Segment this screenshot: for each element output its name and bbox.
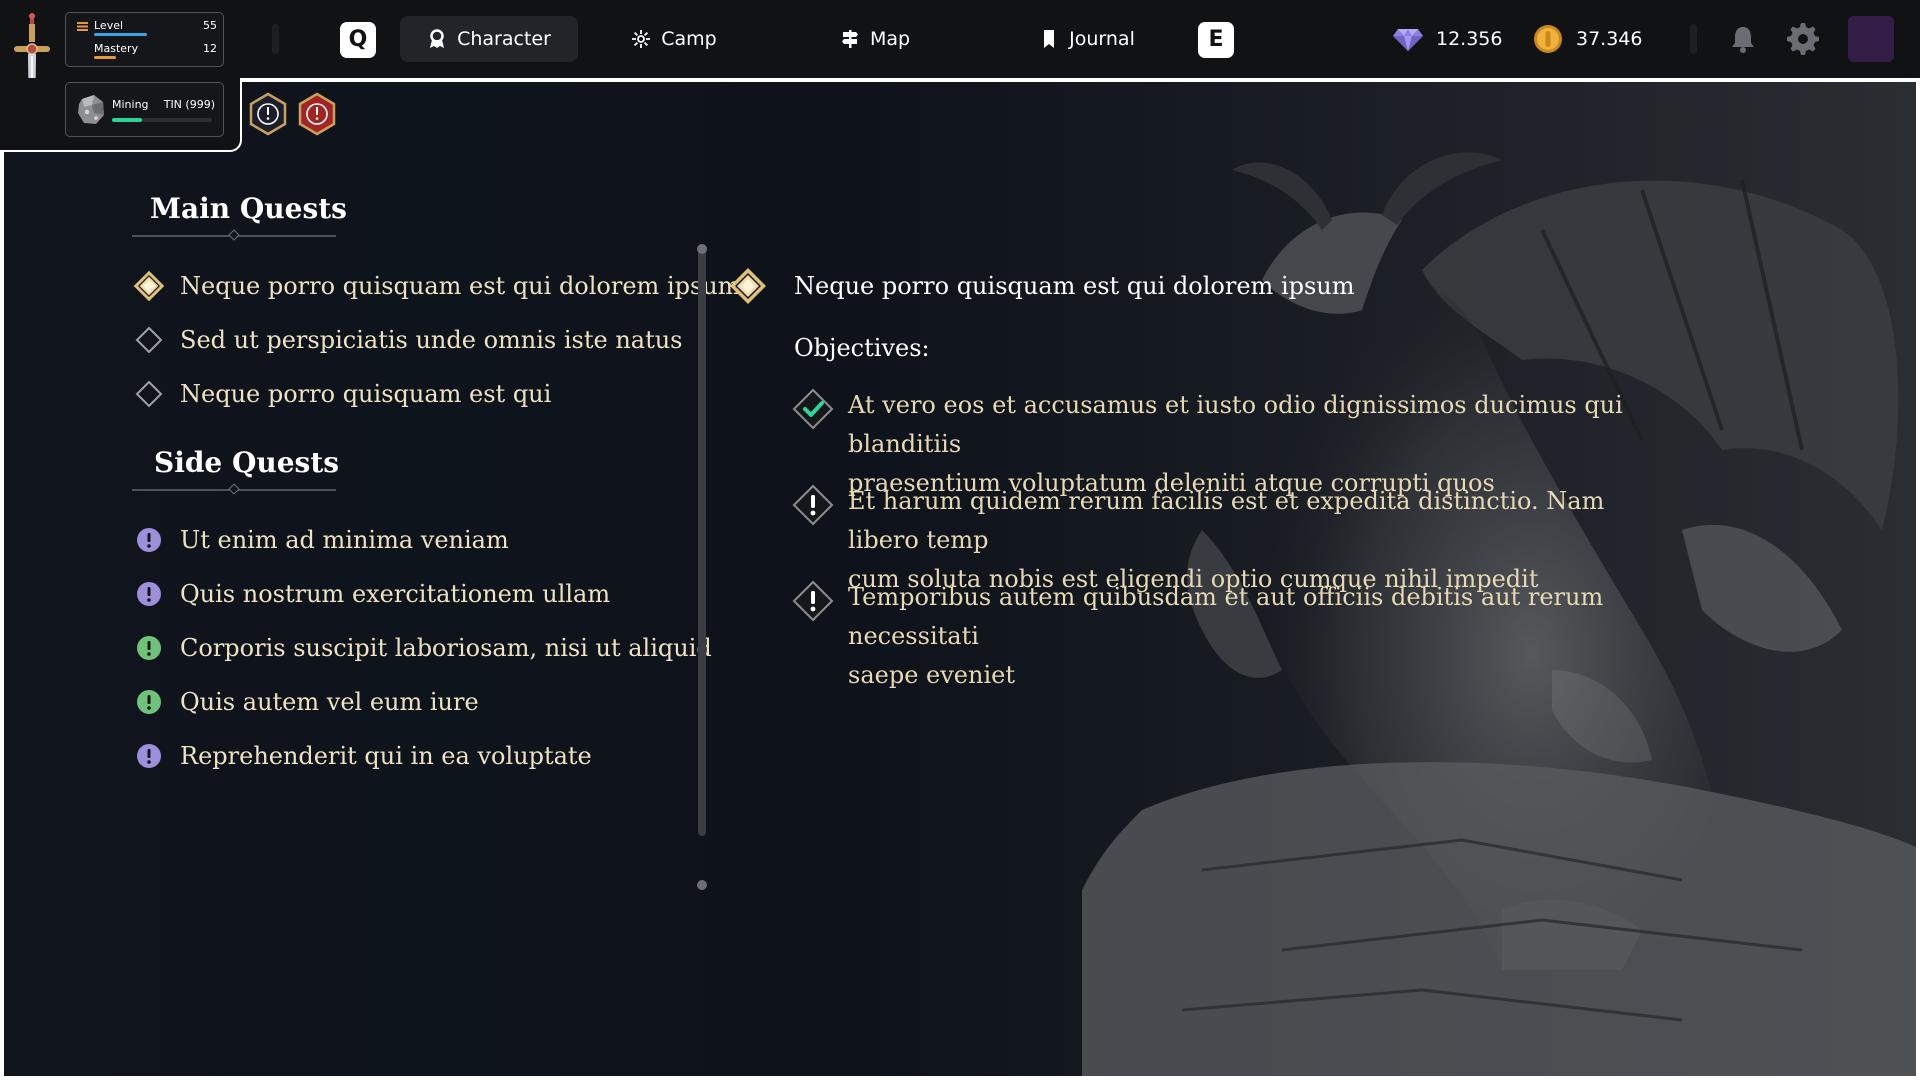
objective-item: At vero eos et accusamus et iusto odio d…: [792, 386, 1662, 497]
gem-icon: [1393, 29, 1423, 51]
quest-list-item[interactable]: Sed ut perspiciatis unde omnis iste natu…: [132, 320, 683, 360]
mining-progress-fill: [112, 118, 142, 122]
mining-label: Mining: [112, 98, 149, 111]
alert-hex-icon[interactable]: [248, 92, 288, 136]
quest-title: Quis nostrum exercitationem ullam: [180, 580, 611, 608]
quest-list-item[interactable]: Neque porro quisquam est qui: [132, 374, 551, 414]
tab-journal-label: Journal: [1069, 28, 1135, 50]
main-quests-divider: [132, 229, 336, 241]
coin-amount: 37.346: [1576, 28, 1643, 50]
exclamation-icon: [792, 580, 834, 622]
level-icon: [77, 22, 88, 31]
quest-title: Corporis suscipit laboriosam, nisi ut al…: [180, 634, 712, 662]
quest-list-item[interactable]: Reprehenderit qui in ea voluptate: [132, 736, 592, 776]
avatar[interactable]: [1848, 16, 1894, 62]
diamond-icon: [132, 377, 166, 411]
mastery-progress-bar: [94, 56, 116, 59]
quest-list-item[interactable]: Neque porro quisquam est qui dolorem ips…: [132, 266, 741, 306]
tab-character-label: Character: [457, 28, 551, 50]
purple-alert-icon: [132, 739, 166, 773]
tab-camp-label: Camp: [661, 28, 717, 50]
quest-title: Ut enim ad minima veniam: [180, 526, 509, 554]
objective-item: Et harum quidem rerum facilis est et exp…: [792, 482, 1662, 593]
scroll-bottom-dot: [697, 880, 707, 890]
gear-icon[interactable]: [1786, 22, 1820, 56]
level-value: 55: [203, 19, 217, 32]
quest-title: Neque porro quisquam est qui: [180, 380, 552, 408]
quest-list-scrollbar[interactable]: [698, 244, 706, 836]
purple-alert-icon: [132, 577, 166, 611]
active-quest-icon: [132, 269, 166, 303]
objective-text: At vero eos et accusamus et iusto odio d…: [848, 391, 1623, 458]
side-quests-divider: [132, 483, 336, 495]
journal-icon: [1044, 30, 1055, 48]
ore-icon: [78, 95, 104, 124]
level-label: Level: [94, 19, 124, 32]
green-alert-icon: [132, 631, 166, 665]
coin-counter: 37.346: [1532, 22, 1642, 56]
objective-text: Temporibus autem quibusdam et aut offici…: [848, 583, 1604, 650]
mining-skill-panel: Mining TIN (999): [65, 82, 224, 137]
green-alert-icon: [132, 685, 166, 719]
topbar-divider: [1690, 24, 1697, 54]
objectives-label: Objectives:: [794, 334, 930, 362]
map-icon: [841, 30, 858, 48]
quest-list-item[interactable]: Quis autem vel eum iure: [132, 682, 479, 722]
quest-title: Sed ut perspiciatis unde omnis iste natu…: [180, 326, 683, 354]
scroll-top-dot: [697, 244, 707, 254]
tab-camp[interactable]: Camp: [612, 16, 736, 62]
coin-icon: [1534, 25, 1562, 53]
tab-character[interactable]: Character: [400, 16, 578, 62]
objective-text: Et harum quidem rerum facilis est et exp…: [848, 487, 1605, 554]
quest-title: Neque porro quisquam est qui dolorem ips…: [180, 272, 741, 300]
alert-hex-icon[interactable]: [297, 92, 337, 136]
tab-map[interactable]: Map: [820, 16, 930, 62]
quest-list-item[interactable]: Ut enim ad minima veniam: [132, 520, 509, 560]
exclamation-icon: [792, 484, 834, 526]
gem-amount: 12.356: [1436, 28, 1503, 50]
gem-counter: 12.356: [1392, 22, 1502, 56]
camp-icon: [632, 30, 651, 48]
quest-title: Reprehenderit qui in ea voluptate: [180, 742, 592, 770]
main-quests-title: Main Quests: [150, 192, 347, 225]
mining-value: TIN (999): [163, 98, 215, 111]
tab-journal[interactable]: Journal: [1022, 16, 1152, 62]
diamond-icon: [132, 323, 166, 357]
quest-detail-title: Neque porro quisquam est qui dolorem ips…: [794, 272, 1355, 300]
next-tab-key[interactable]: E: [1198, 22, 1234, 58]
purple-alert-icon: [132, 523, 166, 557]
mastery-value: 12: [203, 42, 217, 55]
objective-text-continued: saepe eveniet: [848, 661, 1015, 689]
frame-border: [240, 80, 1920, 82]
mining-progress-track: [112, 118, 212, 122]
topbar-divider: [272, 24, 279, 54]
quest-list-item[interactable]: Quis nostrum exercitationem ullam: [132, 574, 610, 614]
character-icon: [430, 29, 445, 48]
prev-tab-key[interactable]: Q: [340, 22, 376, 58]
journal-panel: Main Quests Neque porro quisquam est qui…: [2, 80, 1918, 1078]
level-progress-bar: [94, 33, 147, 36]
active-quest-icon: [730, 268, 766, 304]
side-quests-title: Side Quests: [154, 446, 340, 479]
objective-item: Temporibus autem quibusdam et aut offici…: [792, 578, 1662, 689]
checkmark-icon: [792, 388, 834, 430]
mastery-label: Mastery: [94, 42, 139, 55]
top-navigation-bar: Level 55 Mastery 12 Q Character Camp Map…: [0, 0, 1920, 134]
bell-icon[interactable]: [1726, 22, 1760, 56]
quest-title: Quis autem vel eum iure: [180, 688, 479, 716]
level-mastery-panel: Level 55 Mastery 12: [65, 12, 224, 67]
tab-map-label: Map: [869, 28, 911, 50]
quest-list-item[interactable]: Corporis suscipit laboriosam, nisi ut al…: [132, 628, 712, 668]
